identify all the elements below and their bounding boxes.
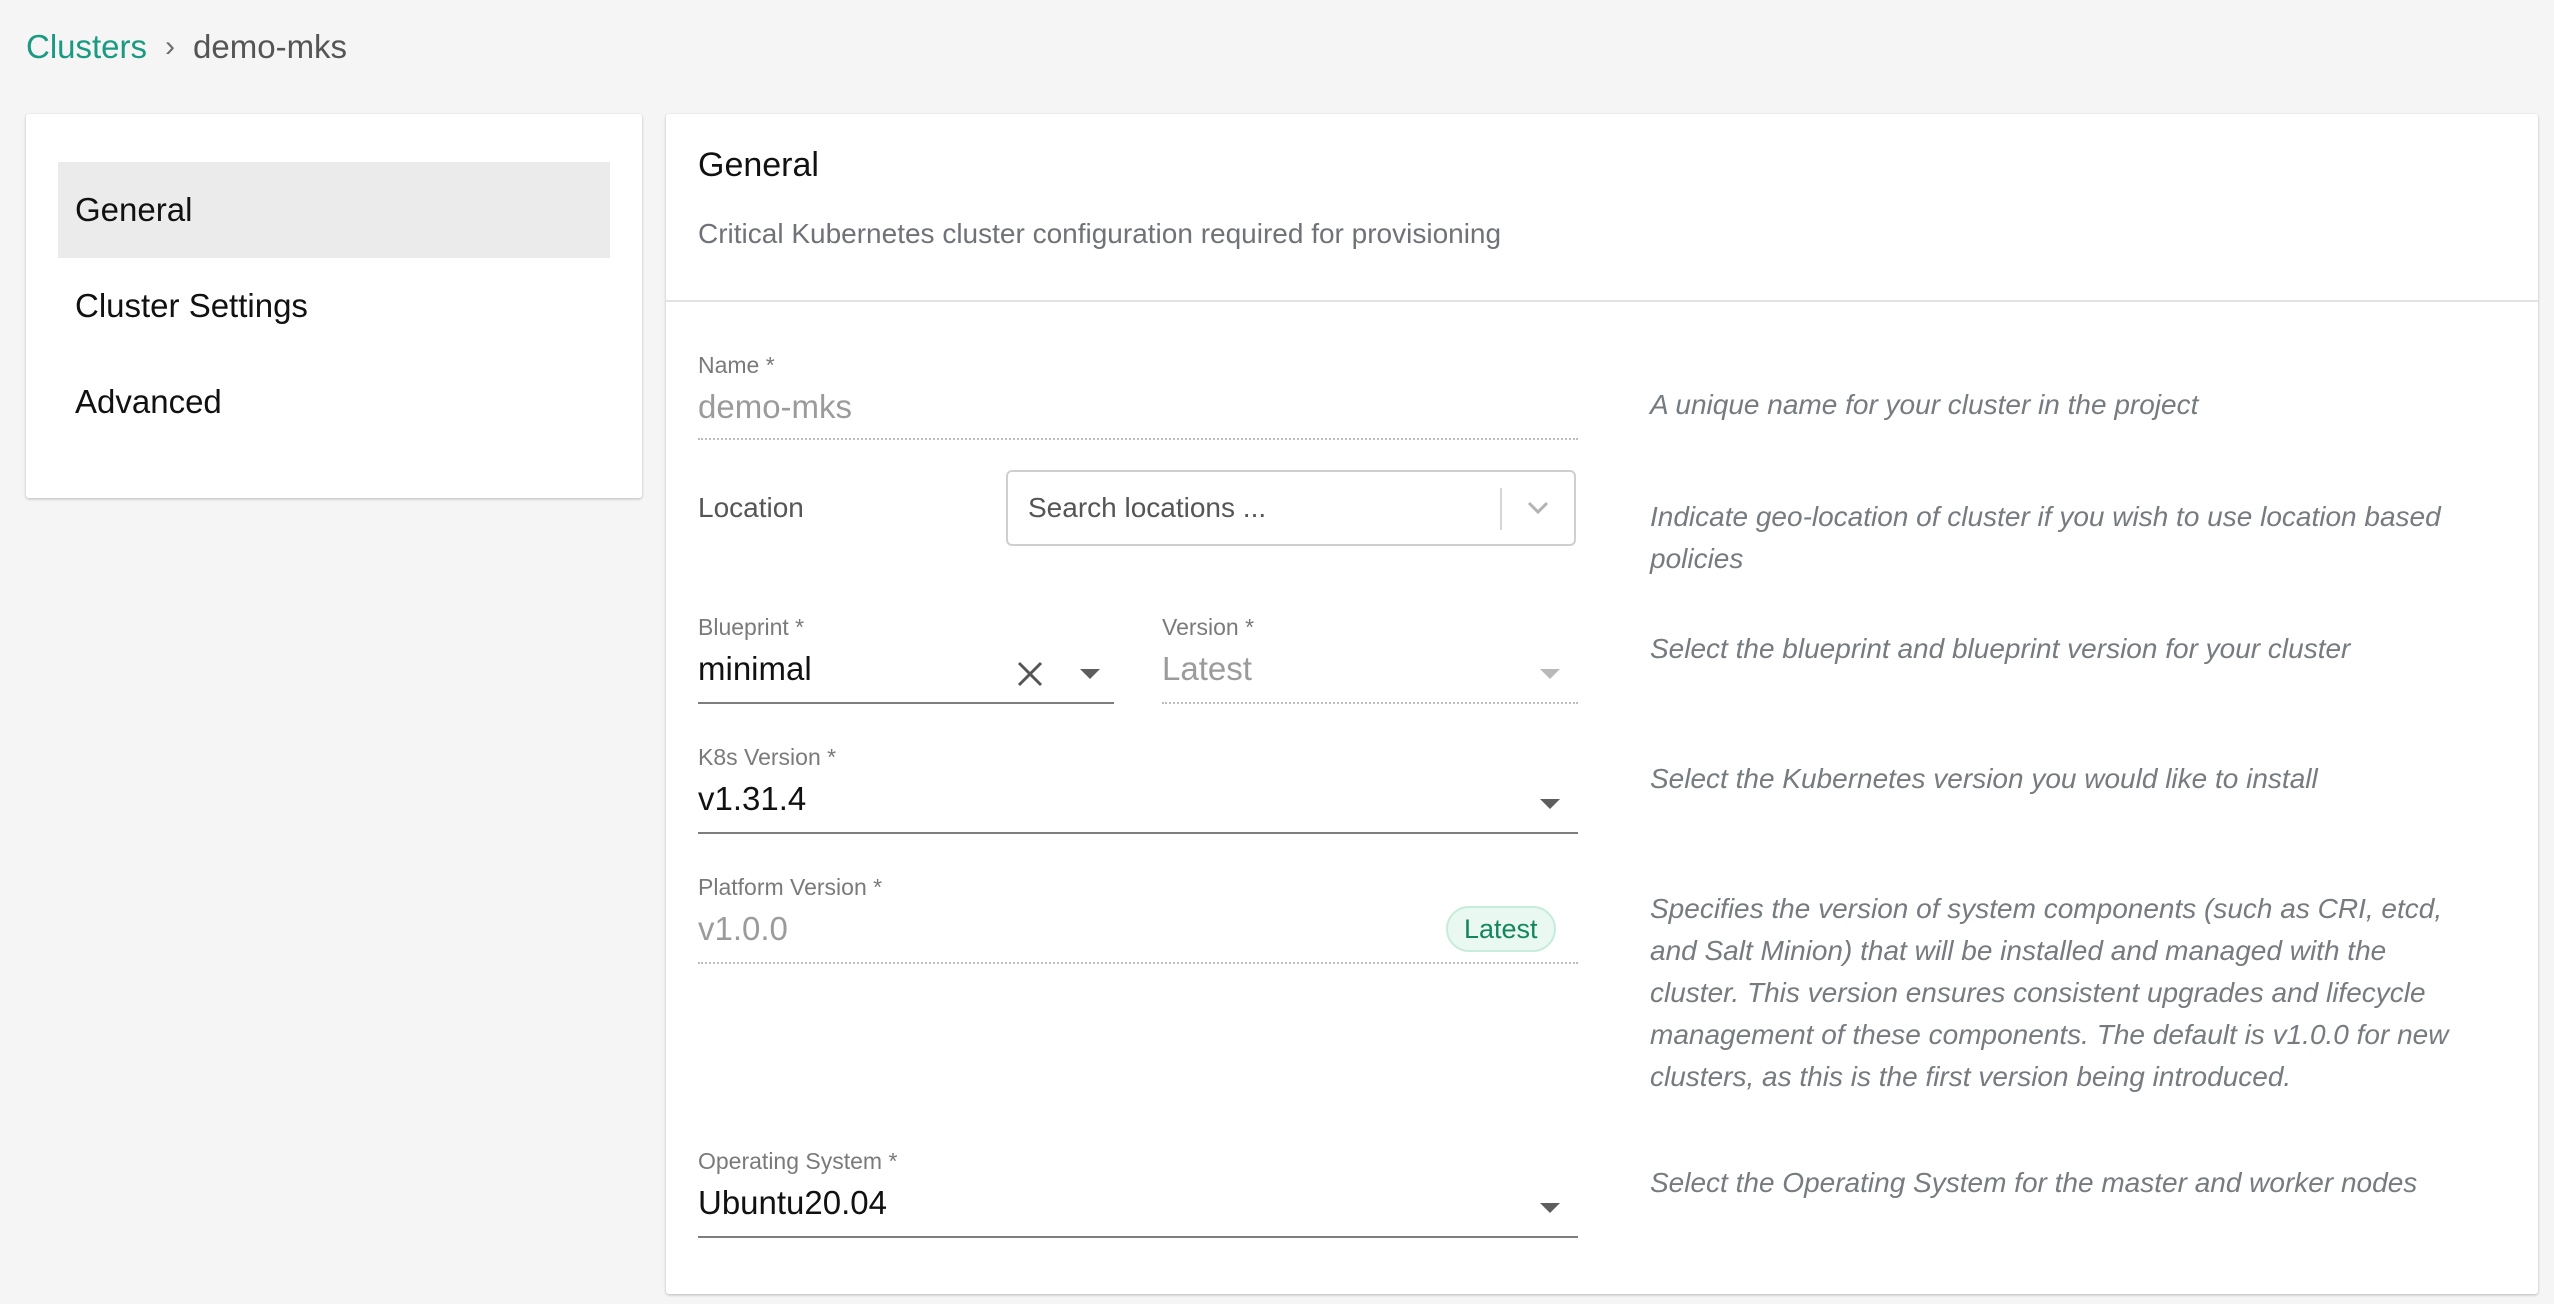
breadcrumb-separator: › [165, 30, 176, 63]
general-panel: General Critical Kubernetes cluster conf… [666, 114, 2538, 1294]
sidebar-item-advanced[interactable]: Advanced [58, 354, 610, 450]
sidebar-item-general[interactable]: General [58, 162, 610, 258]
os-select[interactable]: Ubuntu20.04 [698, 1184, 887, 1222]
location-divider [1500, 488, 1502, 530]
chevron-down-icon[interactable] [1518, 486, 1558, 530]
panel-subtitle: Critical Kubernetes cluster configuratio… [698, 218, 1502, 249]
sidebar-item-cluster-settings[interactable]: Cluster Settings [58, 258, 610, 354]
k8s-version-help: Select the Kubernetes version you would … [1650, 763, 2318, 794]
blueprint-version-underline [1162, 702, 1578, 704]
k8s-version-underline [698, 832, 1578, 834]
caret-down-icon[interactable] [1540, 669, 1560, 679]
k8s-version-select[interactable]: v1.31.4 [698, 780, 806, 818]
blueprint-version-select[interactable]: Latest [1162, 650, 1252, 688]
blueprint-select[interactable]: minimal [698, 650, 812, 688]
platform-version-underline [698, 962, 1578, 964]
location-help: Indicate geo-location of cluster if you … [1650, 501, 2441, 574]
caret-down-icon[interactable] [1540, 799, 1560, 809]
location-label: Location [698, 492, 804, 523]
os-underline [698, 1236, 1578, 1238]
breadcrumb-clusters-link[interactable]: Clusters [26, 28, 147, 66]
name-field: demo-mks [698, 388, 853, 425]
k8s-version-label: K8s Version * [698, 744, 837, 770]
close-icon[interactable] [1014, 658, 1046, 690]
panel-header: General Critical Kubernetes cluster conf… [666, 114, 2538, 302]
platform-version-help: Specifies the version of system componen… [1650, 893, 2449, 1092]
blueprint-version-label: Version * [1162, 614, 1255, 640]
os-label: Operating System * [698, 1148, 898, 1174]
os-help: Select the Operating System for the mast… [1650, 1167, 2418, 1198]
name-label: Name * [698, 352, 775, 378]
blueprint-label: Blueprint * [698, 614, 805, 640]
platform-version-label: Platform Version * [698, 874, 883, 900]
name-field-underline [698, 438, 1578, 440]
breadcrumb-current: demo-mks [193, 28, 348, 65]
platform-version-field: v1.0.0 [698, 910, 788, 947]
location-select[interactable]: Search locations ... [1006, 470, 1576, 546]
blueprint-help: Select the blueprint and blueprint versi… [1650, 633, 2351, 664]
name-help: A unique name for your cluster in the pr… [1650, 389, 2199, 420]
breadcrumb: Clusters › demo-mks [26, 28, 347, 66]
panel-title: General [698, 146, 819, 184]
caret-down-icon[interactable] [1080, 669, 1100, 679]
sidebar: General Cluster Settings Advanced [26, 114, 642, 498]
location-search-input[interactable]: Search locations ... [1028, 492, 1266, 524]
latest-badge: Latest [1446, 906, 1556, 952]
blueprint-underline [698, 702, 1114, 704]
caret-down-icon[interactable] [1540, 1203, 1560, 1213]
